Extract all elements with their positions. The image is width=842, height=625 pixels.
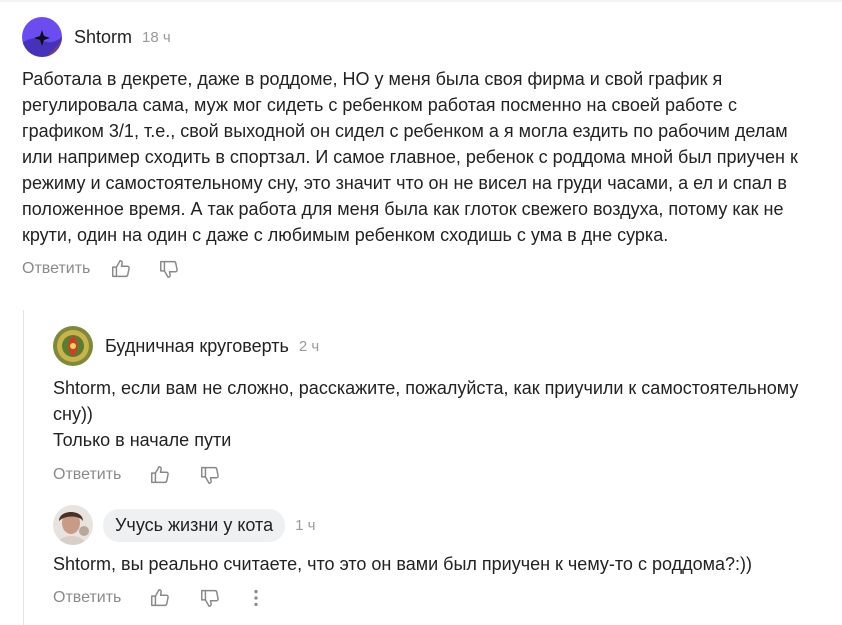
top-divider (0, 0, 842, 2)
thumbs-up-icon[interactable] (147, 462, 173, 488)
comment-time: 18 ч (142, 28, 171, 46)
comment-text: Shtorm, если вам не сложно, расскажите, … (53, 378, 799, 450)
avatar[interactable] (22, 17, 62, 57)
comment-text: Shtorm, вы реально считаете, что это он … (53, 554, 752, 574)
comment-actions: Ответить (53, 462, 813, 488)
avatar-image (53, 505, 93, 545)
avatar-image (22, 17, 62, 57)
comment: Shtorm 18 ч Работала в декрете, даже в р… (22, 16, 822, 282)
thread-line (23, 310, 24, 625)
reply-button[interactable]: Ответить (53, 589, 121, 607)
author-name[interactable]: Будничная круговерть (105, 336, 289, 357)
comment-actions: Ответить (53, 585, 833, 611)
avatar[interactable] (53, 505, 93, 545)
more-vertical-icon[interactable] (243, 585, 269, 611)
thumbs-up-icon[interactable] (108, 256, 134, 282)
avatar-image (53, 326, 93, 366)
author-name[interactable]: Shtorm (74, 27, 132, 48)
reply-comment: Будничная круговерть 2 ч Shtorm, если ва… (53, 325, 813, 488)
author-name[interactable]: Учусь жизни у кота (103, 508, 286, 542)
avatar[interactable] (53, 326, 93, 366)
thumbs-up-icon[interactable] (147, 585, 173, 611)
comment-time: 1 ч (295, 516, 316, 534)
thumbs-down-icon[interactable] (197, 462, 223, 488)
comment-header: Будничная круговерть 2 ч (53, 325, 813, 367)
comment-actions: Ответить (22, 256, 822, 282)
thumbs-down-icon[interactable] (156, 256, 182, 282)
comment-header: Shtorm 18 ч (22, 16, 822, 58)
reply-button[interactable]: Ответить (53, 466, 121, 484)
comment-time: 2 ч (298, 337, 320, 355)
comment-header: Учусь жизни у кота 1 ч (53, 504, 833, 546)
reply-comment: Учусь жизни у кота 1 ч Shtorm, вы реальн… (53, 504, 833, 611)
reply-button[interactable]: Ответить (22, 260, 90, 278)
comment-text: Работала в декрете, даже в роддоме, НО у… (22, 69, 798, 245)
thumbs-down-icon[interactable] (197, 585, 223, 611)
